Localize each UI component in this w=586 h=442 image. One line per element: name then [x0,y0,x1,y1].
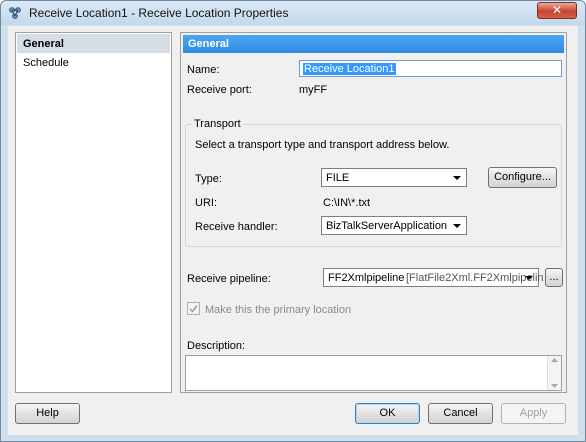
name-input[interactable]: Receive Location1 [299,60,562,77]
receive-handler-label: Receive handler: [195,221,278,233]
pipeline-name: FF2Xmlpipeline [328,272,405,284]
description-textarea[interactable] [185,355,562,391]
close-button[interactable]: ✕ [537,2,577,19]
page-nav-list: General Schedule [15,32,172,393]
receive-handler-value: BizTalkServerApplication [326,220,448,232]
uri-value: C:\IN\*.txt [323,197,371,209]
chevron-down-icon [453,176,461,180]
dialog-window: Receive Location1 - Receive Location Pro… [0,0,586,442]
biztalk-app-icon [9,7,21,19]
chevron-down-icon [453,224,461,228]
cancel-button-label: Cancel [443,407,478,419]
page-header: General [183,35,564,53]
general-page: General Name: Receive Location1 Receive … [180,32,567,393]
apply-button-label: Apply [519,407,548,419]
receive-port-label: Receive port: [187,84,252,96]
nav-item-general[interactable]: General [17,34,170,53]
transport-type-value: FILE [326,172,350,184]
transport-type-select[interactable]: FILE [321,168,467,187]
scroll-arrows-icon [551,358,558,388]
cancel-button[interactable]: Cancel [428,403,493,424]
transport-group-title: Transport [192,118,243,130]
description-scrollbar[interactable] [547,356,561,390]
nav-item-label: Schedule [23,57,69,69]
ok-button-label: OK [379,407,396,419]
chevron-down-icon [525,276,533,280]
receive-pipeline-select[interactable]: FF2Xmlpipeline [FlatFile2Xml.FF2Xmlpipel… [323,268,544,287]
receive-port-value: myFF [299,84,328,96]
primary-location-label: Make this the primary location [205,304,352,316]
description-label: Description: [187,340,246,352]
pipeline-browse-button[interactable]: ... [545,268,563,287]
close-icon: ✕ [551,3,563,17]
checkmark-icon [189,305,198,313]
ok-button[interactable]: OK [355,403,420,424]
receive-handler-select[interactable]: BizTalkServerApplication [321,216,467,235]
transport-group: Transport Select a transport type and tr… [185,118,562,247]
title-bar[interactable]: Receive Location1 - Receive Location Pro… [1,1,585,25]
transport-instructions: Select a transport type and transport ad… [195,139,450,151]
apply-button[interactable]: Apply [501,403,566,424]
uri-label: URI: [195,197,217,209]
receive-pipeline-label: Receive pipeline: [187,273,271,285]
primary-location-checkbox[interactable] [187,302,200,315]
help-button[interactable]: Help [15,403,80,424]
window-title: Receive Location1 - Receive Location Pro… [29,6,289,20]
browse-label: ... [549,271,559,283]
dialog-client-area: General Schedule General Name: Receive L… [8,26,578,435]
type-label: Type: [195,173,222,185]
nav-item-label: General [23,38,64,50]
nav-item-schedule[interactable]: Schedule [17,53,170,72]
name-input-value: Receive Location1 [303,63,396,75]
help-button-label: Help [36,407,59,419]
name-label: Name: [187,64,220,76]
configure-button[interactable]: Configure... [488,167,557,188]
configure-button-label: Configure... [494,171,551,183]
